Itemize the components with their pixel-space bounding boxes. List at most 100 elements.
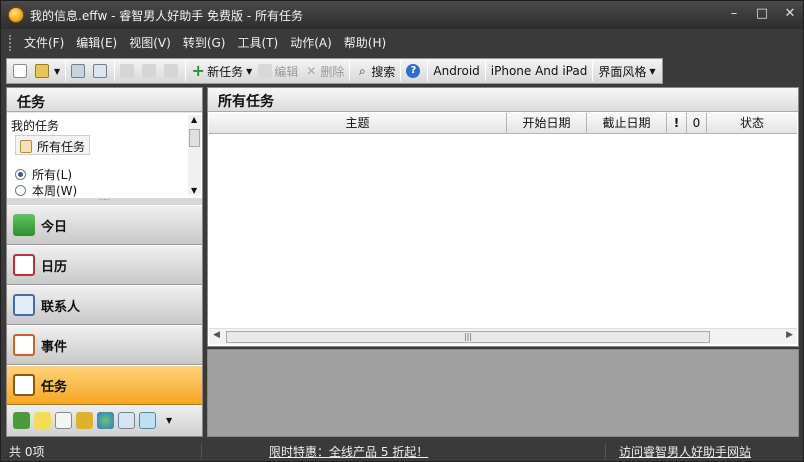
sync-icon[interactable] xyxy=(139,412,156,429)
calendar-icon xyxy=(13,254,35,276)
col-priority[interactable]: ! xyxy=(667,113,687,133)
search-button[interactable]: ⌕ 搜索 xyxy=(352,60,398,82)
menu-bar: 文件(F) 编辑(E) 视图(V) 转到(G) 工具(T) 动作(A) 帮助(H… xyxy=(1,31,803,55)
col-start-date[interactable]: 开始日期 xyxy=(507,113,587,133)
app-window: 我的信息.effw - 睿智男人好助手 免费版 - 所有任务 – □ ✕ 文件(… xyxy=(0,0,804,462)
col-subject[interactable]: 主题 xyxy=(209,113,507,133)
delete-x-icon: ✕ xyxy=(306,64,317,78)
task-list-header: 所有任务 xyxy=(208,88,798,112)
hscroll-thumb[interactable]: ||| xyxy=(226,331,710,343)
radio-icon xyxy=(15,184,26,196)
radio-selected-icon xyxy=(15,169,26,180)
paste-icon xyxy=(164,64,179,78)
menu-grip-icon xyxy=(9,35,12,51)
status-separator xyxy=(201,443,202,459)
open-button[interactable]: ▼ xyxy=(32,60,63,82)
menu-goto[interactable]: 转到(G) xyxy=(177,32,232,54)
new-file-button[interactable] xyxy=(10,60,32,82)
nav-today[interactable]: 今日 xyxy=(7,205,202,245)
paste-button[interactable] xyxy=(161,60,183,82)
search-icon: ⌕ xyxy=(358,64,366,78)
item-count: 共 0项 xyxy=(9,445,45,459)
left-pane: 任务 我的任务 所有任务 所有(L) 本周(W) ▲ ▼ ····· 今日 日历… xyxy=(6,87,203,437)
iphone-ipad-button[interactable]: iPhone And iPad xyxy=(488,60,591,82)
menu-file[interactable]: 文件(F) xyxy=(18,32,70,54)
task-list-icon xyxy=(20,139,32,153)
delete-label: 删除 xyxy=(320,64,345,79)
filter-week-radio[interactable]: 本周(W) xyxy=(15,183,77,197)
filter-week-label: 本周(W) xyxy=(32,183,78,198)
search-label: 搜索 xyxy=(371,64,396,79)
notes-green-icon[interactable] xyxy=(13,412,30,429)
sticky-note-icon[interactable] xyxy=(34,412,51,429)
nav-calendar[interactable]: 日历 xyxy=(7,245,202,285)
cut-button[interactable] xyxy=(117,60,139,82)
all-tasks-label: 所有任务 xyxy=(37,139,86,154)
new-file-icon xyxy=(13,64,27,78)
nav-events[interactable]: 事件 xyxy=(7,325,202,365)
edit-button[interactable]: 编辑 xyxy=(255,60,301,82)
my-tasks-label: 我的任务 xyxy=(11,119,60,133)
col-status[interactable]: 状态 xyxy=(707,113,797,133)
nav-contacts[interactable]: 联系人 xyxy=(7,285,202,325)
scroll-up-icon[interactable]: ▲ xyxy=(191,115,197,124)
close-button[interactable]: ✕ xyxy=(783,5,797,23)
pane-splitter[interactable]: ····· xyxy=(7,197,202,205)
scroll-right-icon[interactable]: ▶ xyxy=(786,330,793,340)
maximize-button[interactable]: □ xyxy=(755,5,769,23)
nav-contacts-label: 联系人 xyxy=(41,299,81,315)
help-button[interactable]: ? xyxy=(403,60,425,82)
scroll-left-icon[interactable]: ◀ xyxy=(213,330,220,340)
open-folder-icon xyxy=(35,64,49,78)
preview-pane xyxy=(207,349,799,437)
key-icon[interactable] xyxy=(76,412,93,429)
toolbar-separator xyxy=(592,61,594,81)
menu-view[interactable]: 视图(V) xyxy=(123,32,177,54)
copy-icon xyxy=(142,64,157,78)
copy-button[interactable] xyxy=(139,60,161,82)
print-preview-icon xyxy=(93,64,108,78)
new-task-button[interactable]: + 新任务 ▼ xyxy=(188,60,255,82)
website-link[interactable]: 访问睿智男人好助手网站 xyxy=(619,443,751,460)
scroll-thumb[interactable] xyxy=(189,129,200,147)
toolbar-separator xyxy=(427,61,429,81)
nav-tasks[interactable]: 任务 xyxy=(7,365,202,405)
menu-help[interactable]: 帮助(H) xyxy=(338,32,392,54)
menu-tools[interactable]: 工具(T) xyxy=(231,32,284,54)
cut-icon xyxy=(120,64,135,78)
app-logo-icon xyxy=(8,7,24,23)
status-separator xyxy=(605,443,606,459)
android-button[interactable]: Android xyxy=(430,60,482,82)
menu-edit[interactable]: 编辑(E) xyxy=(70,32,123,54)
print-icon xyxy=(71,64,86,78)
task-folder-scrollbar[interactable]: ▲ ▼ xyxy=(188,115,201,195)
documents-icon[interactable] xyxy=(55,412,72,429)
filter-all-radio[interactable]: 所有(L) xyxy=(15,166,72,183)
print-button[interactable] xyxy=(68,60,90,82)
delete-button[interactable]: ✕ 删除 xyxy=(301,60,347,82)
left-pane-header: 任务 xyxy=(7,88,202,112)
shortcut-more-chevron-icon[interactable]: ▼ xyxy=(166,416,172,425)
minimize-button[interactable]: – xyxy=(727,5,741,23)
preview-button[interactable] xyxy=(90,60,112,82)
promo-link[interactable]: 限时特惠：全线产品 5 折起！ xyxy=(269,443,428,460)
filter-all-label: 所有(L) xyxy=(32,168,73,182)
globe-icon[interactable] xyxy=(97,412,114,429)
all-tasks-item[interactable]: 所有任务 xyxy=(15,135,91,155)
toolbar-separator xyxy=(65,61,67,81)
task-checklist-icon xyxy=(13,374,35,396)
status-bar: 共 0项 限时特惠：全线产品 5 折起！ 访问睿智男人好助手网站 xyxy=(1,441,803,461)
search-icon[interactable] xyxy=(118,412,135,429)
chevron-down-icon: ▼ xyxy=(649,66,656,76)
toolbar-separator xyxy=(400,61,402,81)
help-icon: ? xyxy=(406,64,421,78)
nav-tasks-label: 任务 xyxy=(41,379,68,395)
scroll-down-icon[interactable]: ▼ xyxy=(191,186,197,195)
col-due-date[interactable]: 截止日期 xyxy=(587,113,667,133)
theme-dropdown[interactable]: 界面风格 ▼ xyxy=(595,60,658,82)
col-attachment[interactable]: 0 xyxy=(687,113,707,133)
plus-icon: + xyxy=(191,61,205,80)
task-list-hscrollbar[interactable]: ◀ ||| ▶ xyxy=(209,328,797,344)
menu-actions[interactable]: 动作(A) xyxy=(284,32,338,54)
nav-calendar-label: 日历 xyxy=(41,259,68,275)
